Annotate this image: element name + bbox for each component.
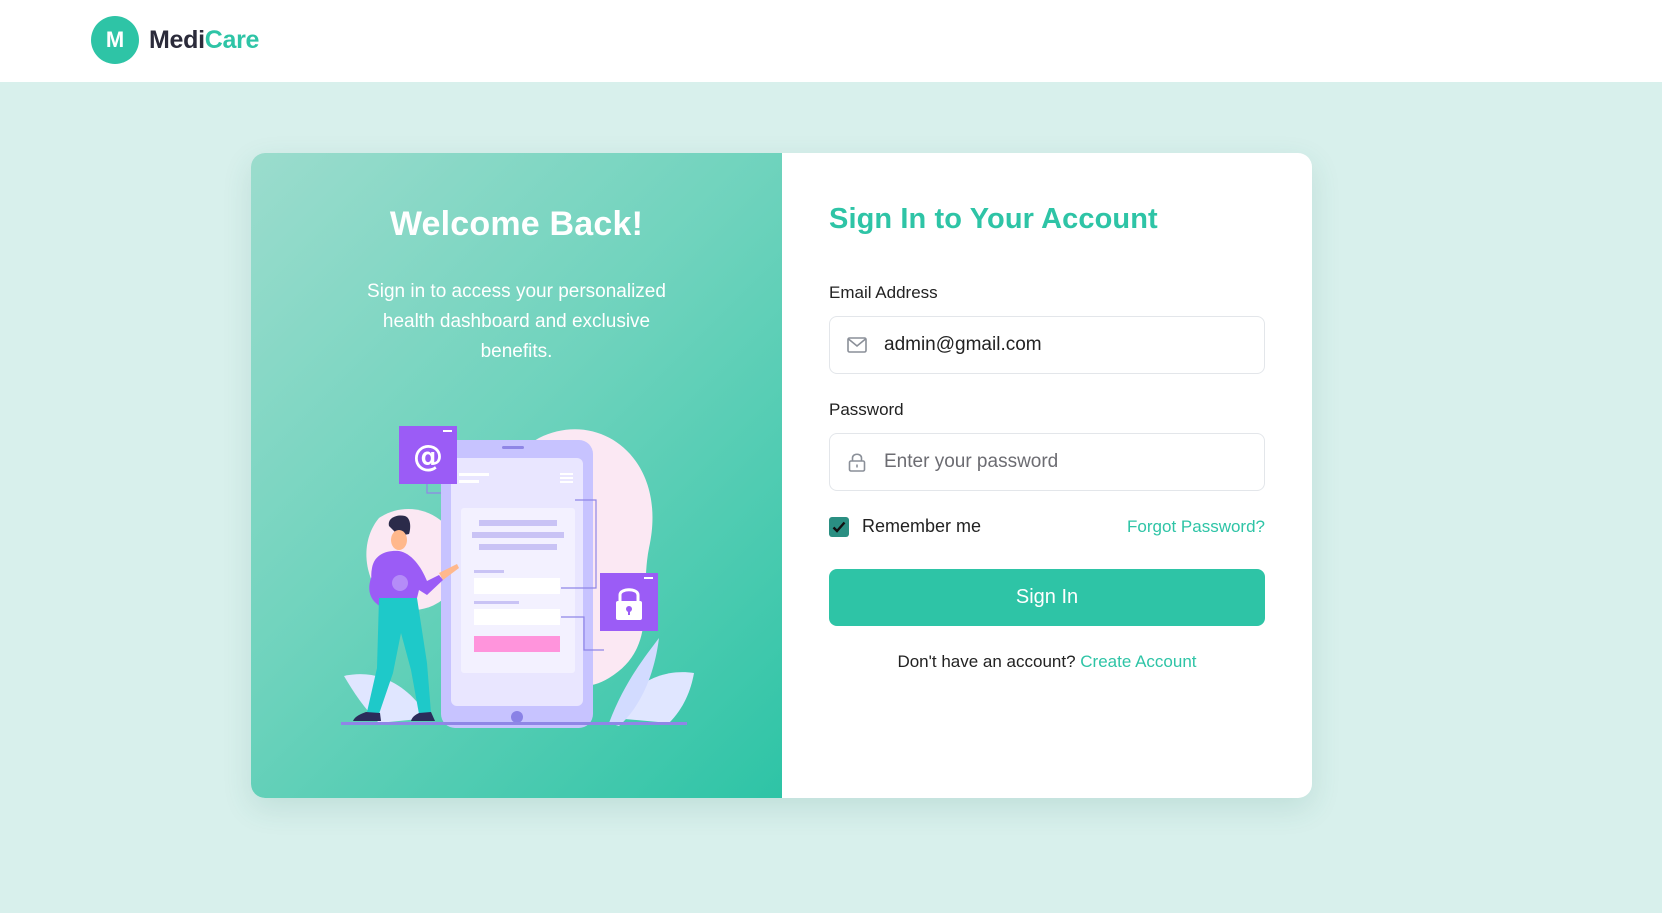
svg-text:@: @ — [413, 439, 443, 474]
brand-name-part1: Medi — [149, 25, 205, 54]
logo-letter: M — [105, 27, 125, 52]
brand-name: MediCare — [149, 26, 259, 55]
password-input[interactable] — [884, 451, 1254, 473]
sign-in-button[interactable]: Sign In — [829, 569, 1265, 626]
check-icon — [832, 521, 846, 533]
signup-prompt: Don't have an account? — [897, 652, 1076, 671]
email-input[interactable] — [884, 334, 1254, 356]
remember-label: Remember me — [862, 516, 982, 536]
logo-badge: M — [91, 16, 139, 64]
password-label: Password — [829, 400, 904, 419]
brand-name-part2: Care — [204, 25, 260, 54]
welcome-panel: Welcome Back! Sign in to access your per… — [251, 153, 782, 798]
form-title: Sign In to Your Account — [829, 203, 1158, 235]
email-field[interactable] — [829, 316, 1265, 374]
password-field[interactable] — [829, 433, 1265, 491]
signup-row: Don't have an account? Create Account — [829, 652, 1265, 672]
welcome-title: Welcome Back! — [389, 205, 644, 243]
remember-checkbox[interactable] — [829, 516, 849, 537]
welcome-subtitle: Sign in to access your personalized heal… — [367, 281, 666, 362]
email-label: Email Address — [829, 283, 938, 302]
create-account-link[interactable]: Create Account — [1080, 652, 1196, 671]
lock-icon — [830, 452, 884, 472]
login-card: Welcome Back! Sign in to access your per… — [251, 153, 1312, 798]
login-illustration: @ — [341, 426, 694, 728]
mail-icon — [830, 337, 884, 353]
forgot-password-link[interactable]: Forgot Password? — [1127, 517, 1265, 537]
top-bar: M MediCare — [0, 0, 1662, 82]
sign-in-form: Sign In to Your Account Email Address Pa… — [782, 153, 1312, 798]
remember-me[interactable]: Remember me — [829, 516, 981, 537]
brand-logo[interactable]: M MediCare — [91, 16, 259, 64]
